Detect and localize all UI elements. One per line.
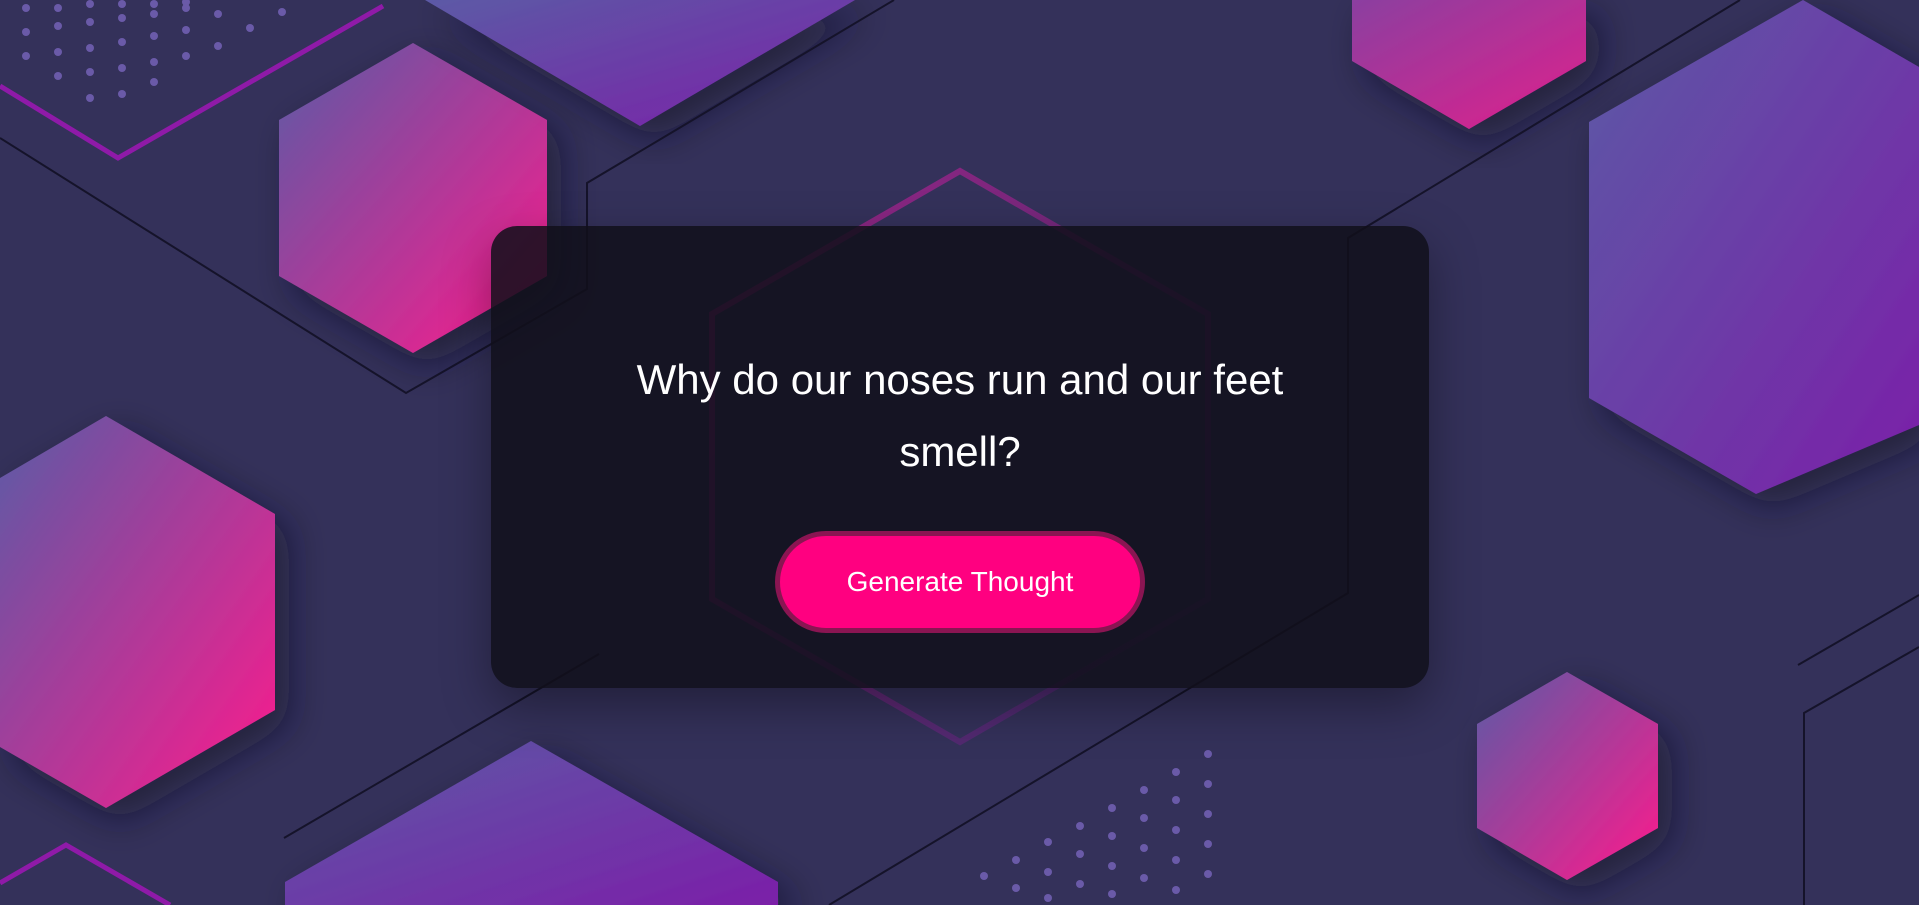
hexagon-bottom-right-shape [1477, 672, 1658, 880]
hexagon-outline-bottom-left-line [0, 842, 172, 905]
hexagon-right-large-shape [1589, 0, 1919, 494]
page: Why do our noses run and our feet smell?… [0, 0, 1919, 905]
generate-thought-button[interactable]: Generate Thought [775, 531, 1145, 633]
thought-card: Why do our noses run and our feet smell?… [491, 226, 1429, 688]
hexagon-top-right-small-shape [1352, 0, 1586, 129]
hexagon-left-mid-shape [0, 416, 275, 808]
hexagon-bottom-center-shape [285, 741, 778, 905]
thought-text: Why do our noses run and our feet smell? [636, 356, 1284, 475]
dots-bottom-center-pattern [980, 750, 1212, 902]
